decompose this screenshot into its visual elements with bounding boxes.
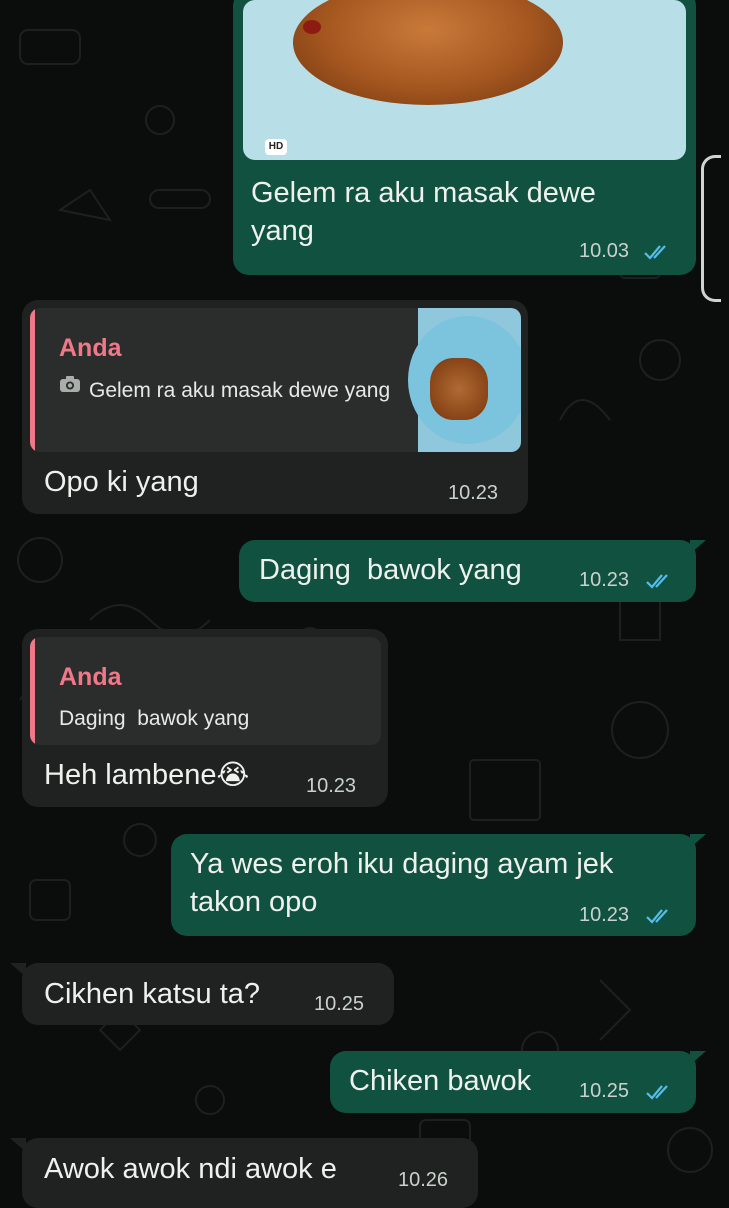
- message-bubble-incoming[interactable]: Cikhen katsu ta? 10.25: [22, 963, 394, 1025]
- quote-text: Daging bawok yang: [59, 707, 250, 730]
- quoted-message[interactable]: Anda Daging bawok yang: [30, 637, 381, 745]
- double-check-read-icon: [646, 1085, 668, 1100]
- photo-attachment[interactable]: HD: [243, 0, 686, 160]
- food-image-sauce: [303, 20, 321, 34]
- bubble-tail: [10, 1138, 26, 1152]
- message-time: 10.26: [398, 1169, 449, 1191]
- message-time: 10.23: [579, 569, 630, 591]
- food-image: [293, 0, 563, 105]
- message-bubble-outgoing[interactable]: Chiken bawok 10.25: [330, 1051, 696, 1113]
- message-bubble-incoming[interactable]: Awok awok ndi awok e 10.26: [22, 1138, 478, 1208]
- quote-author: Anda: [59, 334, 122, 362]
- quote-accent-bar: [30, 637, 35, 745]
- message-text: Opo ki yang: [44, 466, 199, 498]
- message-bubble-outgoing[interactable]: Daging bawok yang 10.23: [239, 540, 696, 602]
- crying-face-emoji: 😭: [216, 759, 250, 790]
- message-text: Chiken bawok: [349, 1065, 532, 1097]
- quote-accent-bar: [30, 308, 35, 452]
- message-bubble-outgoing[interactable]: Ya wes eroh iku daging ayam jek takon op…: [171, 834, 696, 936]
- double-check-read-icon: [646, 909, 668, 924]
- message-time: 10.23: [448, 482, 499, 504]
- bubble-tail: [690, 834, 706, 848]
- bubble-tail: [690, 1051, 706, 1065]
- double-check-read-icon: [646, 574, 668, 589]
- message-time: 10.23: [306, 775, 357, 797]
- message-text: Awok awok ndi awok e: [44, 1153, 337, 1185]
- quote-thumbnail: [408, 308, 521, 452]
- message-bubble-outgoing[interactable]: HD Gelem ra aku masak dewe yang 10.03: [233, 0, 696, 275]
- double-check-read-icon: [644, 245, 666, 260]
- quote-author: Anda: [59, 663, 122, 691]
- message-text: Gelem ra aku masak dewe yang: [251, 177, 596, 247]
- message-time: 10.25: [314, 993, 365, 1015]
- message-text-content: Heh lambene: [44, 759, 217, 791]
- message-text: Daging bawok yang: [259, 554, 522, 586]
- message-time: 10.23: [579, 904, 630, 926]
- message-text: Heh lambene😭: [44, 756, 249, 794]
- bubble-tail: [690, 540, 706, 554]
- message-text: Cikhen katsu ta?: [44, 978, 261, 1010]
- scroll-indicator[interactable]: [701, 155, 721, 302]
- message-time: 10.25: [579, 1080, 630, 1102]
- bubble-tail: [10, 963, 26, 977]
- message-bubble-incoming[interactable]: Anda Daging bawok yang Heh lambene😭 10.2…: [22, 629, 388, 807]
- message-bubble-incoming[interactable]: Anda Gelem ra aku masak dewe yang Opo ki…: [22, 300, 528, 514]
- message-time: 10.03: [579, 240, 630, 262]
- hd-badge: HD: [265, 139, 287, 155]
- quoted-message[interactable]: Anda Gelem ra aku masak dewe yang: [30, 308, 521, 452]
- quote-text: Gelem ra aku masak dewe yang: [89, 379, 391, 402]
